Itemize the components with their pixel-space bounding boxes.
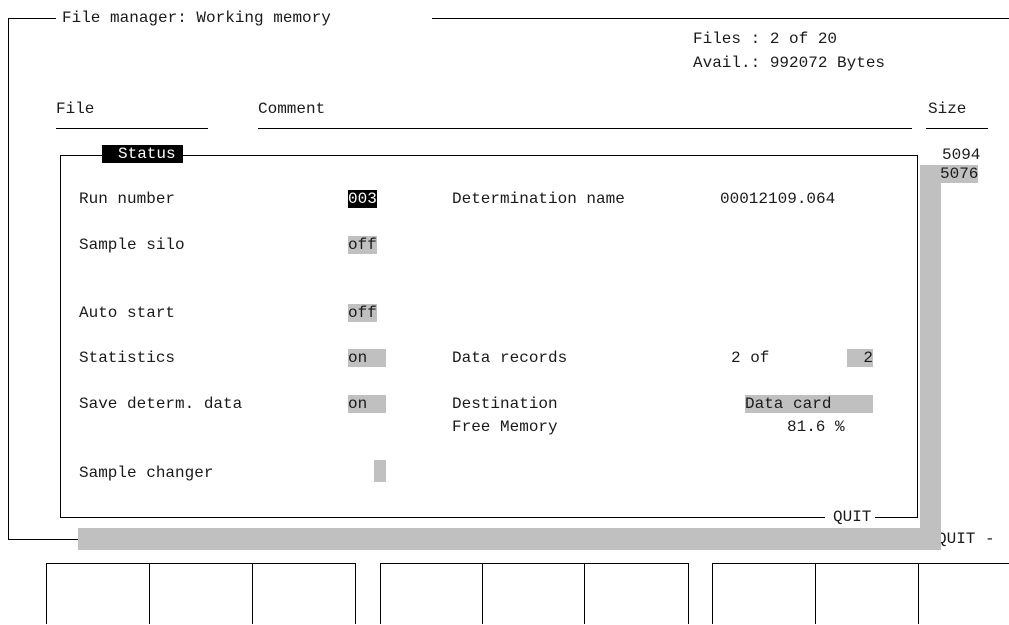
destination-field[interactable]: Data card: [745, 395, 873, 413]
determination-name-value: 00012109.064: [720, 190, 836, 208]
function-key-5[interactable]: [482, 563, 585, 624]
data-records-of: 2 of: [731, 349, 770, 367]
window-frame-top-right: [432, 18, 1009, 19]
run-number-field[interactable]: 003: [348, 190, 377, 208]
column-header-size[interactable]: Size: [928, 100, 966, 118]
window-quit-button[interactable]: QUIT -: [937, 530, 995, 548]
status-dialog: [60, 155, 918, 518]
sample-changer-label: Sample changer: [79, 464, 214, 482]
column-underline-file: [56, 128, 208, 129]
auto-start-field[interactable]: off: [348, 304, 377, 322]
file-size-1[interactable]: 5094: [942, 146, 980, 164]
sample-silo-label: Sample silo: [79, 236, 185, 254]
free-memory-value: 81.6 %: [787, 418, 845, 436]
free-memory-label: Free Memory: [452, 418, 558, 436]
function-key-1[interactable]: [46, 563, 150, 624]
statistics-label: Statistics: [79, 349, 176, 367]
function-key-4[interactable]: [380, 563, 483, 624]
data-records-label: Data records: [452, 349, 568, 367]
data-records-field[interactable]: 2: [847, 349, 873, 367]
dialog-shadow-bottom: [78, 528, 941, 550]
column-header-comment[interactable]: Comment: [258, 100, 325, 118]
window-frame-top-left: [8, 18, 56, 19]
sample-changer-field[interactable]: [374, 460, 386, 482]
function-key-8[interactable]: [815, 563, 919, 624]
window-title: File manager: Working memory: [62, 9, 331, 27]
statistics-field[interactable]: on: [348, 349, 386, 367]
column-underline-size: [926, 128, 988, 129]
column-underline-comment: [258, 128, 912, 129]
determination-name-label: Determination name: [452, 190, 625, 208]
sample-silo-field[interactable]: off: [348, 236, 377, 254]
save-determ-label: Save determ. data: [79, 395, 243, 413]
dialog-quit-button[interactable]: QUIT: [825, 508, 876, 526]
function-key-2[interactable]: [149, 563, 253, 624]
function-key-3[interactable]: [252, 563, 356, 624]
function-key-9[interactable]: [917, 563, 1009, 564]
available-bytes: Avail.: 992072 Bytes: [693, 54, 886, 72]
file-size-2[interactable]: 5076: [940, 165, 979, 183]
window-frame-left: [8, 18, 9, 540]
column-header-file[interactable]: File: [56, 100, 94, 118]
function-key-7[interactable]: [712, 563, 816, 624]
dialog-title: Status: [102, 145, 183, 163]
destination-label: Destination: [452, 395, 558, 413]
files-count: Files : 2 of 20: [693, 30, 838, 48]
dialog-shadow-right: [920, 165, 941, 550]
function-key-6[interactable]: [584, 563, 689, 624]
run-number-label: Run number: [79, 190, 176, 208]
auto-start-label: Auto start: [79, 304, 176, 322]
save-determ-field[interactable]: on: [348, 395, 386, 413]
